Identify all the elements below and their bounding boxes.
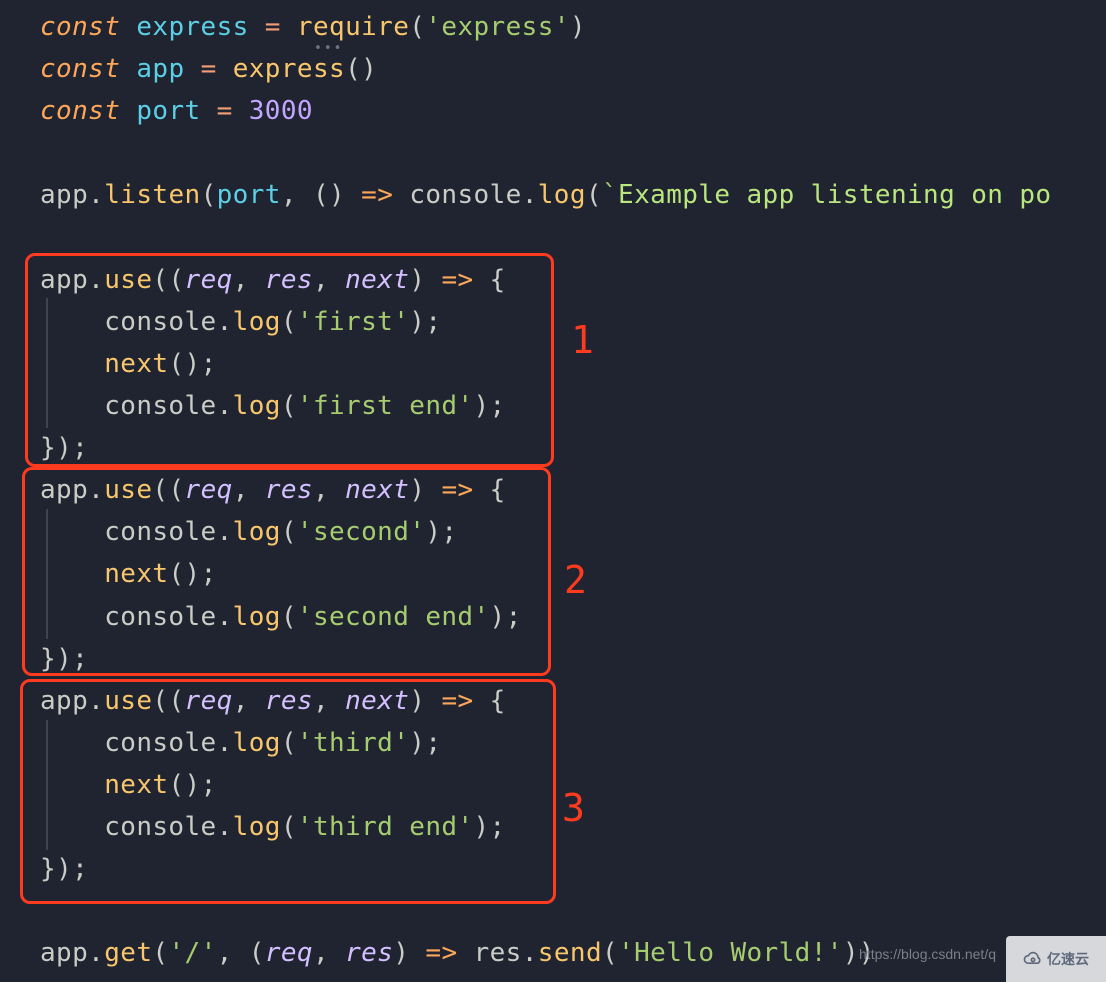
code-editor-viewport: ••• const express = require('express') c… [0, 0, 1106, 982]
logo-text: 亿速云 [1047, 948, 1089, 971]
code-block: const express = require('express') const… [40, 6, 1052, 975]
provider-logo: 亿速云 [1006, 936, 1106, 982]
variable: express [136, 12, 248, 42]
cloud-icon [1023, 949, 1043, 969]
string: 'express' [425, 12, 569, 42]
function: require [297, 12, 409, 42]
param: req [185, 265, 233, 295]
watermark-text: https://blog.csdn.net/q [859, 943, 996, 966]
template-string: Example app listening on po [618, 180, 1051, 210]
highlight-label-3: 3 [562, 778, 585, 840]
number: 3000 [249, 96, 313, 126]
highlight-label-2: 2 [564, 550, 587, 612]
keyword: const [40, 12, 120, 42]
highlight-label-1: 1 [571, 310, 594, 372]
